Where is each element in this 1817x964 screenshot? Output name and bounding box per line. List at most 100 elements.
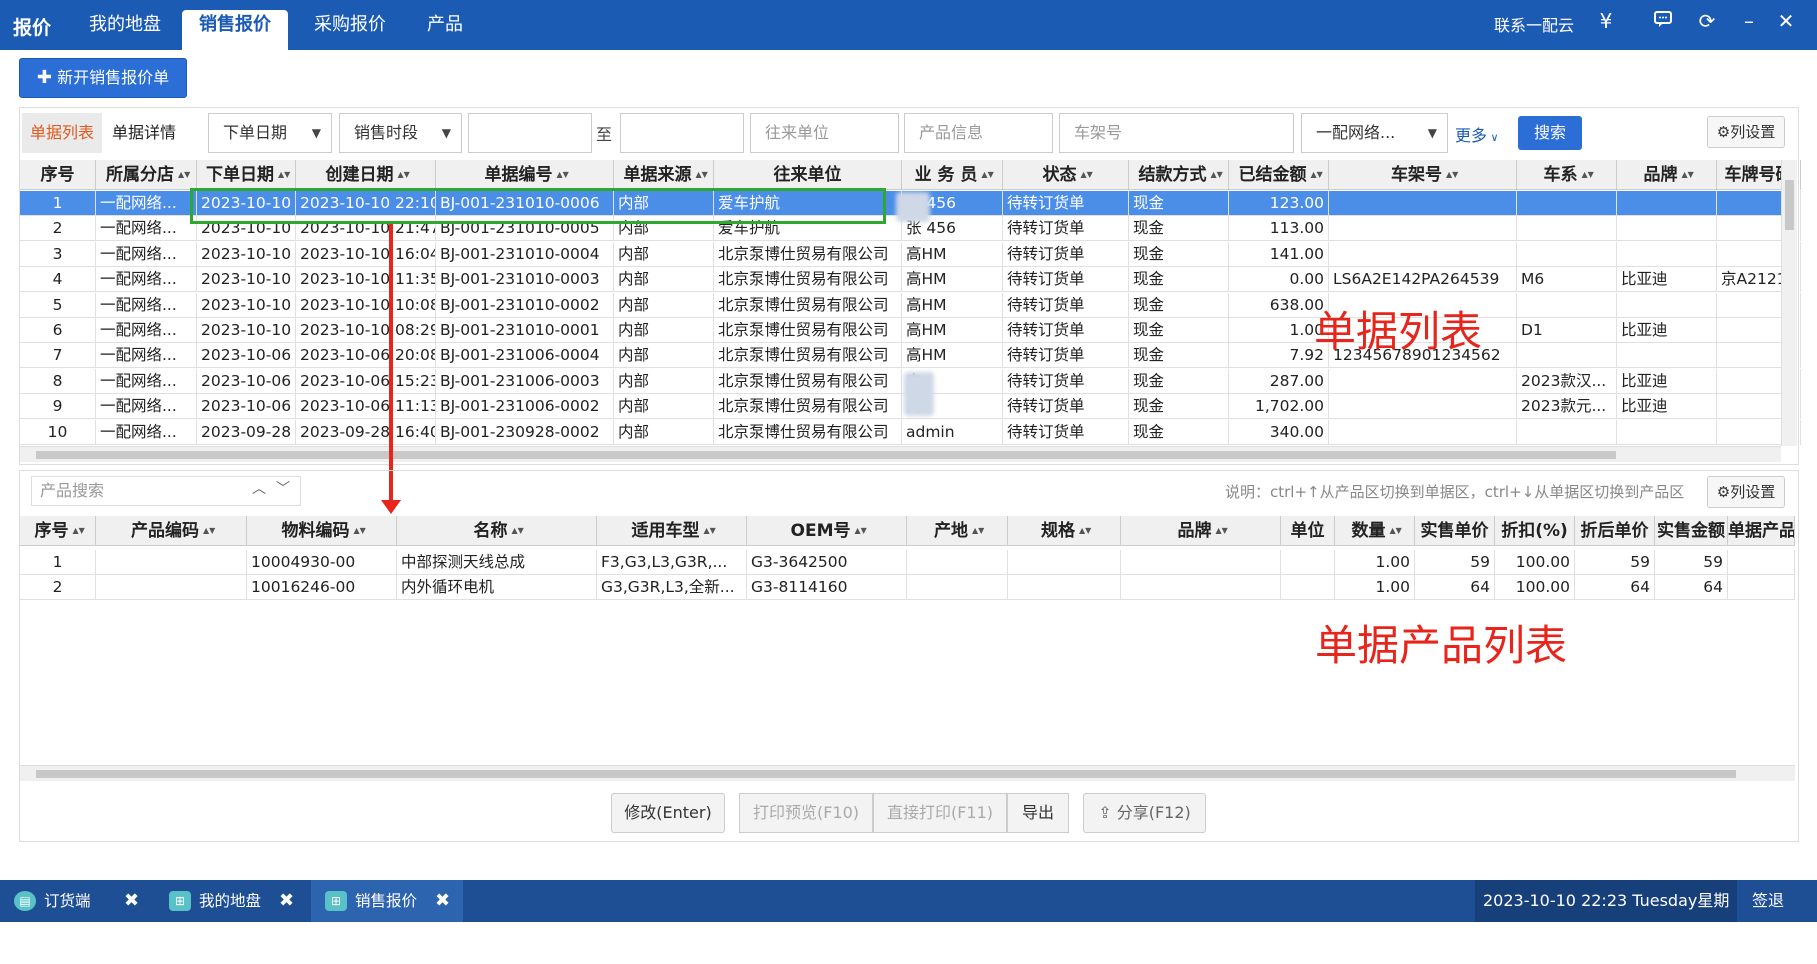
column-header[interactable]: 品牌 ▲▼ — [1121, 516, 1281, 546]
print-preview-button[interactable]: 打印预览(F10) — [739, 793, 873, 833]
column-header[interactable]: 名称 ▲▼ — [397, 516, 597, 546]
column-header[interactable]: 实售金额 — [1655, 516, 1728, 546]
minimize-icon[interactable]: – — [1736, 9, 1762, 33]
column-header[interactable]: 下单日期 ▲▼ — [197, 160, 296, 190]
scroll-thumb[interactable] — [36, 451, 1616, 459]
table-row[interactable]: 5 一配网络... 2023-10-10 2023-10-10 10:08 BJ-001… — [20, 292, 1801, 318]
share-button[interactable]: ⇪ 分享(F12) — [1083, 793, 1206, 833]
print-direct-button[interactable]: 直接打印(F11) — [873, 793, 1007, 833]
tab-product[interactable]: 产品 — [412, 10, 478, 50]
table-row[interactable]: 2 10016246-00 内外循环电机 G3,G3R,L3,全新... G3-8114… — [20, 575, 1795, 600]
tab-sales-quote[interactable]: 销售报价 — [182, 10, 288, 50]
sort-icon[interactable]: ▲▼ — [398, 171, 410, 179]
date-from-input[interactable] — [468, 113, 592, 153]
table-row[interactable]: 9 一配网络... 2023-10-06 2023-10-06 11:13 BJ-001… — [20, 394, 1801, 420]
product-info-input[interactable]: 产品信息 — [904, 113, 1053, 153]
chat-icon[interactable] — [1650, 9, 1676, 34]
column-header[interactable]: 折扣(%) — [1495, 516, 1575, 546]
sort-icon[interactable]: ▲▼ — [1390, 527, 1402, 535]
product-column-settings-button[interactable]: ⚙列设置 — [1707, 476, 1785, 508]
column-header[interactable]: 车系 ▲▼ — [1517, 160, 1617, 190]
search-button[interactable]: 搜索 — [1518, 116, 1582, 150]
sort-icon[interactable]: ▲▼ — [981, 171, 993, 179]
scroll-thumb[interactable] — [36, 770, 1736, 778]
column-header[interactable]: 结款方式 ▲▼ — [1129, 160, 1229, 190]
order-horizontal-scrollbar[interactable] — [20, 446, 1781, 462]
sort-icon[interactable]: ▲▼ — [178, 171, 190, 179]
sort-icon[interactable]: ▲▼ — [512, 527, 524, 535]
chevron-down-icon[interactable]: ﹀ — [276, 478, 290, 498]
sort-icon[interactable]: ▲▼ — [1211, 171, 1223, 179]
more-filters-link[interactable]: 更多 ∨ — [1455, 122, 1499, 146]
column-header[interactable]: 品牌 ▲▼ — [1617, 160, 1717, 190]
column-header[interactable]: OEM号 ▲▼ — [747, 516, 907, 546]
sort-icon[interactable]: ▲▼ — [704, 527, 716, 535]
table-row[interactable]: 3 一配网络... 2023-10-10 2023-10-10 16:04 BJ-001… — [20, 241, 1801, 267]
column-header[interactable]: 序号 — [20, 160, 96, 190]
subtab-order-list[interactable]: 单据列表 — [22, 113, 102, 153]
sort-icon[interactable]: ▲▼ — [1311, 171, 1323, 179]
sort-icon[interactable]: ▲▼ — [696, 171, 708, 179]
sort-icon[interactable]: ▲▼ — [1216, 527, 1228, 535]
close-icon[interactable]: ✖ — [124, 880, 139, 922]
edit-button[interactable]: 修改(Enter) — [611, 793, 725, 833]
sort-icon[interactable]: ▲▼ — [1582, 171, 1594, 179]
order-vertical-scrollbar[interactable] — [1781, 160, 1797, 446]
sort-icon[interactable]: ▲▼ — [203, 527, 215, 535]
new-sales-quote-button[interactable]: ✚ 新开销售报价单 — [19, 58, 187, 98]
sort-icon[interactable]: ▲▼ — [1446, 171, 1458, 179]
column-header[interactable]: 状态 ▲▼ — [1003, 160, 1129, 190]
column-header[interactable]: 业 务 员 ▲▼ — [902, 160, 1003, 190]
subtab-order-detail[interactable]: 单据详情 — [104, 113, 184, 153]
column-header[interactable]: 实售单价 — [1415, 516, 1495, 546]
close-icon[interactable]: ✖ — [279, 880, 294, 922]
sort-icon[interactable]: ▲▼ — [73, 527, 85, 535]
table-row[interactable]: 1 10004930-00 中部探测天线总成 F3,G3,L3,G3R,... G3-3… — [20, 550, 1795, 575]
tab-purchase-quote[interactable]: 采购报价 — [297, 10, 403, 50]
partner-input[interactable]: 往来单位 — [750, 113, 899, 153]
column-header[interactable]: 数量 ▲▼ — [1335, 516, 1415, 546]
scroll-thumb[interactable] — [1785, 180, 1794, 230]
table-row[interactable]: 7 一配网络... 2023-10-06 2023-10-06 20:08 BJ-001… — [20, 343, 1801, 369]
task-my-territory[interactable]: ⊞ 我的地盘 ✖ — [155, 880, 307, 922]
sort-icon[interactable]: ▲▼ — [1682, 171, 1694, 179]
chevron-up-icon[interactable]: ︿ — [252, 478, 266, 498]
column-header[interactable]: 所属分店 ▲▼ — [96, 160, 197, 190]
contact-link[interactable]: 联系一配云 — [1494, 12, 1574, 36]
table-row[interactable]: 10 一配网络... 2023-09-28 2023-09-28 16:40 BJ-00… — [20, 419, 1801, 445]
export-button[interactable]: 导出 — [1007, 793, 1069, 833]
sort-icon[interactable]: ▲▼ — [1079, 527, 1091, 535]
product-horizontal-scrollbar[interactable] — [20, 765, 1795, 781]
column-header[interactable]: 往来单位 — [714, 160, 902, 190]
task-sales-quote[interactable]: ⊞ 销售报价 ✖ — [311, 880, 463, 922]
refresh-icon[interactable]: ⟳ — [1694, 9, 1720, 33]
column-header[interactable]: 单据产品备 — [1728, 516, 1795, 546]
logout-button[interactable]: 签退 — [1752, 880, 1784, 922]
column-header[interactable]: 折后单价 — [1575, 516, 1655, 546]
column-header[interactable]: 产地 ▲▼ — [907, 516, 1008, 546]
sort-icon[interactable]: ▲▼ — [1081, 171, 1093, 179]
column-settings-button[interactable]: ⚙列设置 — [1707, 116, 1785, 148]
column-header[interactable]: 产品编码 ▲▼ — [96, 516, 247, 546]
yuan-icon[interactable]: ¥ — [1593, 9, 1619, 33]
table-row[interactable]: 4 一配网络... 2023-10-10 2023-10-10 11:35 BJ-001… — [20, 267, 1801, 293]
column-header[interactable]: 单据来源 ▲▼ — [614, 160, 714, 190]
column-header[interactable]: 已结金额 ▲▼ — [1229, 160, 1329, 190]
column-header[interactable]: 单位 — [1281, 516, 1335, 546]
column-header[interactable]: 规格 ▲▼ — [1008, 516, 1121, 546]
task-order-client[interactable]: ▤ 订货端 ✖ — [0, 880, 152, 922]
tab-my-territory[interactable]: 我的地盘 — [70, 10, 180, 50]
sort-icon[interactable]: ▲▼ — [278, 171, 290, 179]
branch-select[interactable]: 一配网络... ▼ — [1301, 113, 1448, 153]
close-icon[interactable]: ✖ — [435, 880, 450, 922]
vin-input[interactable]: 车架号 — [1059, 113, 1294, 153]
table-row[interactable]: 6 一配网络... 2023-10-10 2023-10-10 08:29 BJ-001… — [20, 318, 1801, 343]
date-to-input[interactable] — [620, 113, 744, 153]
period-select[interactable]: 销售时段 ▼ — [339, 113, 462, 153]
column-header[interactable]: 物料编码 ▲▼ — [247, 516, 397, 546]
sort-icon[interactable]: ▲▼ — [354, 527, 366, 535]
column-header[interactable]: 序号 ▲▼ — [20, 516, 96, 546]
sort-icon[interactable]: ▲▼ — [972, 527, 984, 535]
sort-icon[interactable]: ▲▼ — [557, 171, 569, 179]
date-type-select[interactable]: 下单日期 ▼ — [208, 113, 332, 153]
